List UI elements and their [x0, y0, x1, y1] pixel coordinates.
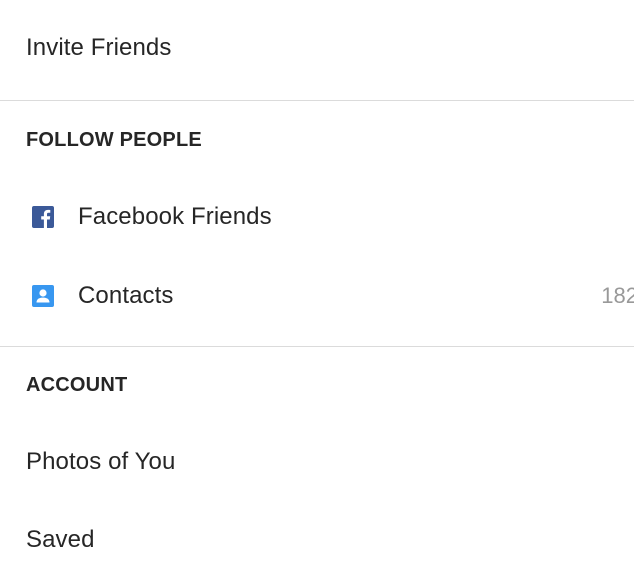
follow-people-header: FOLLOW PEOPLE [0, 118, 634, 162]
photos-of-you-label: Photos of You [26, 448, 176, 475]
contacts-count: 182 [601, 283, 634, 308]
invite-friends-label: Invite Friends [26, 34, 172, 61]
saved-item[interactable]: Saved [0, 510, 634, 570]
contacts-label: Contacts [78, 282, 174, 309]
facebook-friends-item[interactable]: Facebook Friends [0, 187, 634, 247]
contacts-icon [32, 285, 54, 307]
account-header: ACCOUNT [0, 363, 634, 407]
facebook-icon [32, 206, 54, 228]
photos-of-you-item[interactable]: Photos of You [0, 432, 634, 492]
invite-friends-item[interactable]: Invite Friends [0, 18, 634, 78]
section-divider [0, 346, 634, 347]
follow-people-title: FOLLOW PEOPLE [26, 128, 202, 151]
contacts-item[interactable]: Contacts 182 [0, 266, 634, 326]
facebook-friends-label: Facebook Friends [78, 203, 272, 230]
account-title: ACCOUNT [26, 373, 128, 396]
section-divider [0, 100, 634, 101]
